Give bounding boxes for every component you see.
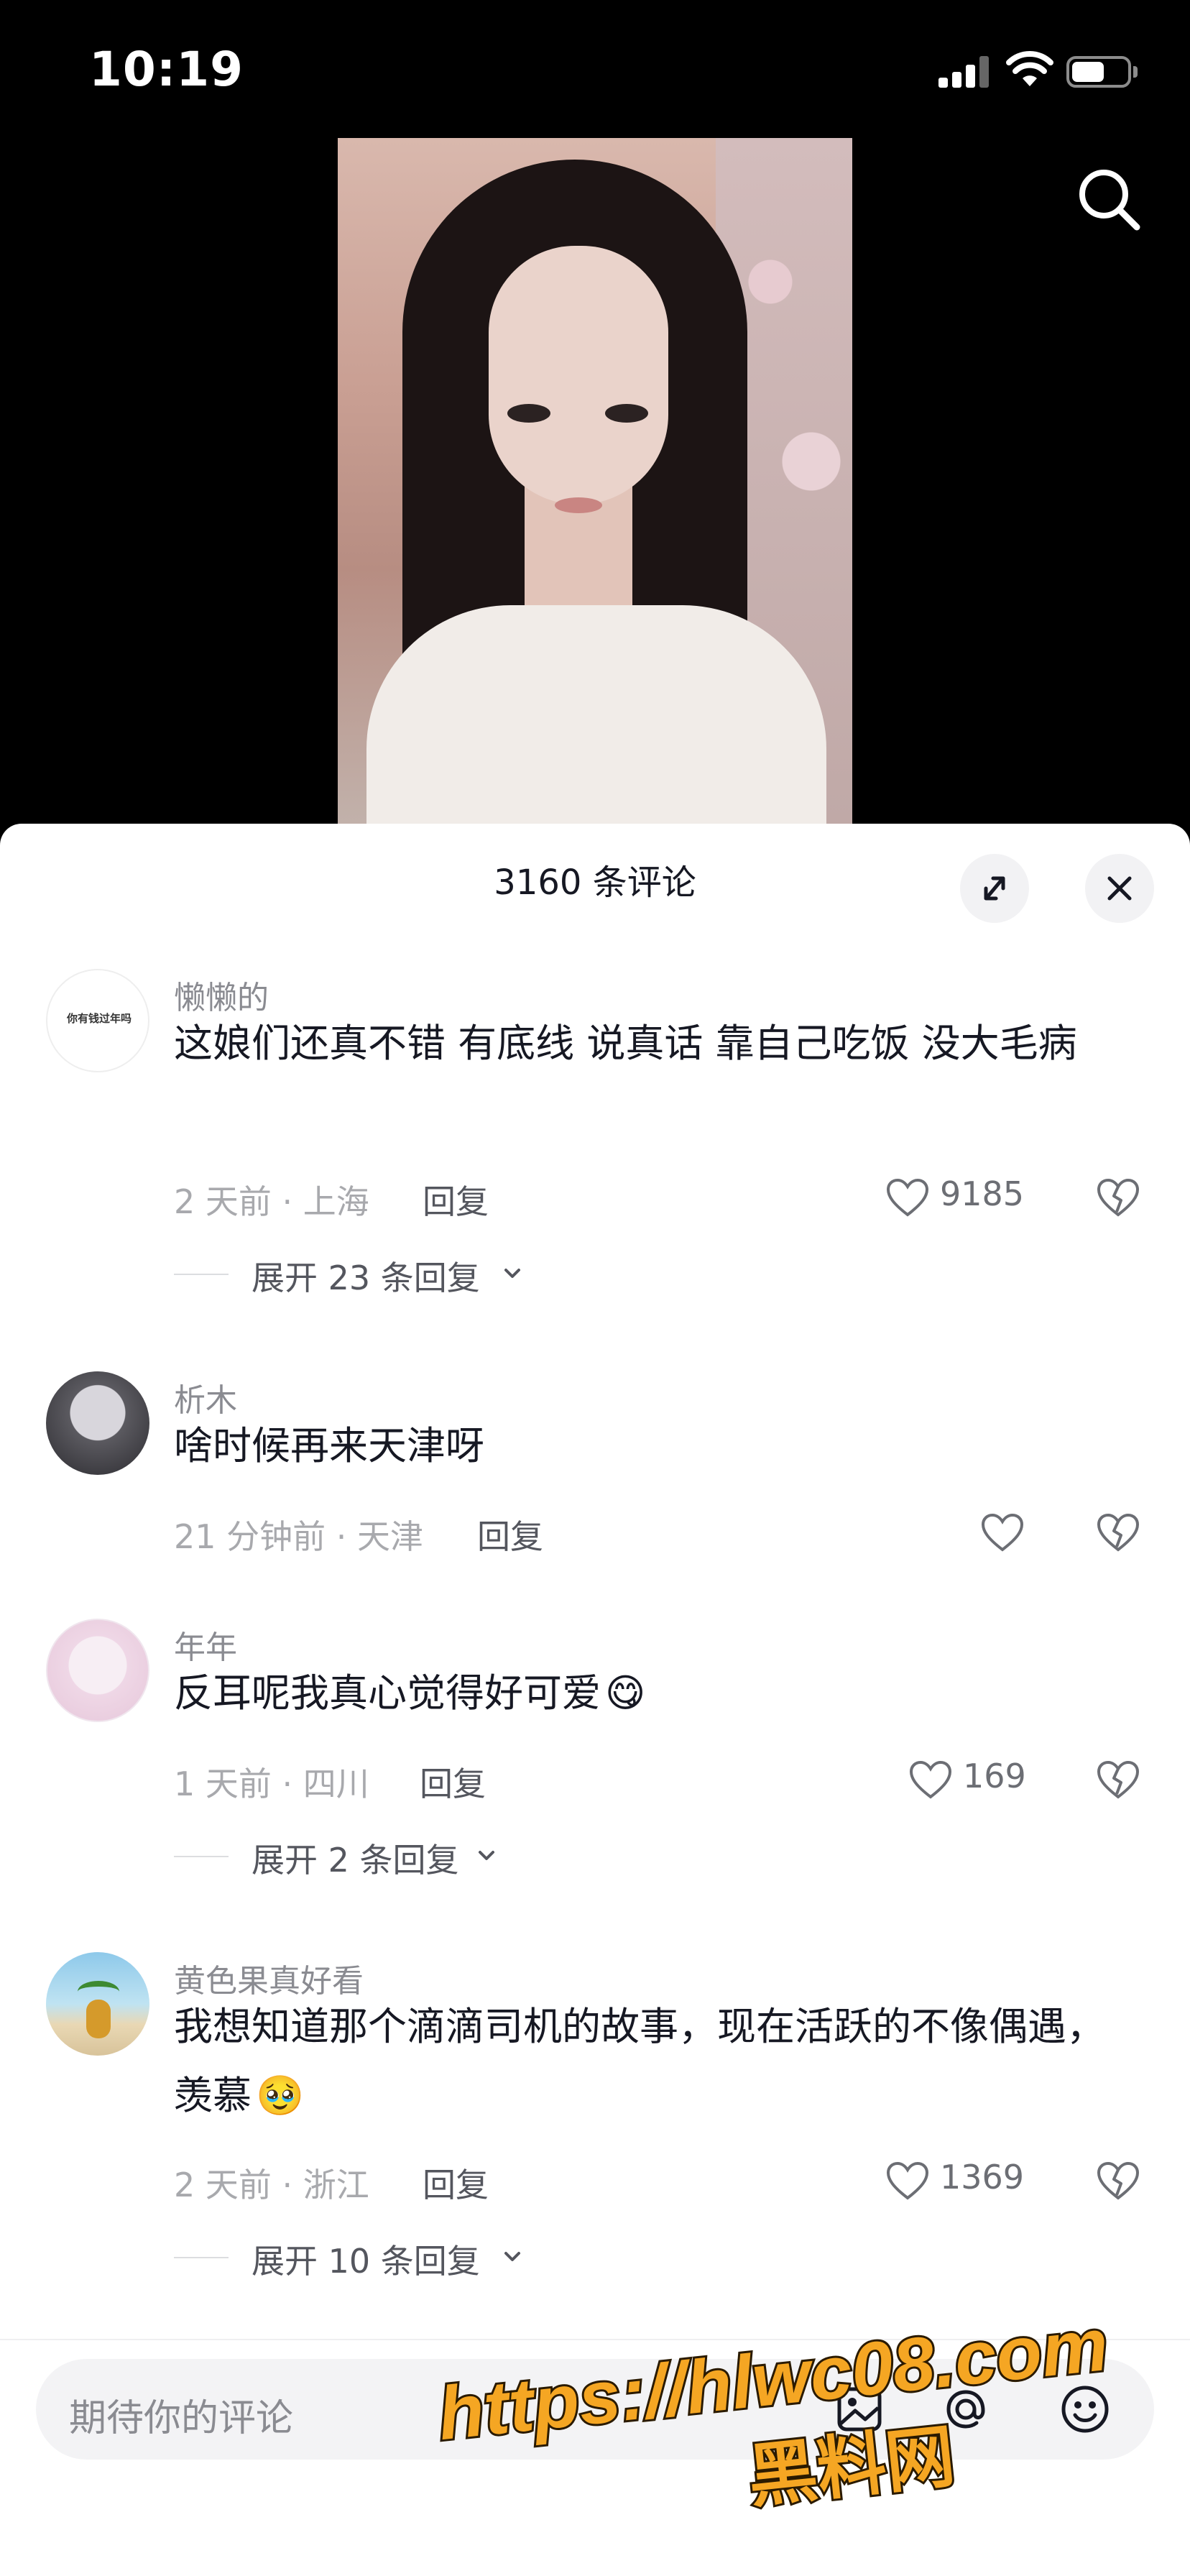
expand-replies-label: 展开 23 条回复 [252,1259,480,1297]
avatar[interactable] [46,1371,149,1475]
comment-input[interactable]: 期待你的评论 [36,2359,1154,2460]
wifi-icon [1006,51,1053,86]
chevron-down-icon [479,1851,494,1860]
comment-text: 啥时候再来天津呀 [174,1423,484,1468]
like-count: 169 [963,1757,1026,1795]
reply-button[interactable]: 回复 [420,1758,486,1806]
avatar[interactable] [46,1619,149,1722]
avatar[interactable]: 你有钱过年吗 [46,969,149,1072]
expand-icon [984,876,1005,901]
heart-icon [886,2161,929,2200]
expand-sheet-button[interactable] [960,854,1029,923]
comment-meta: 1 天前 · 四川 [174,1765,369,1803]
comment-text-body: 反耳呢我真心觉得好可爱 [174,1670,601,1716]
comment-meta: 2 天前 · 浙江 [174,2166,369,2204]
like-count: 9185 [940,1174,1025,1213]
close-sheet-button[interactable] [1085,854,1154,923]
chevron-down-icon [504,1269,520,1278]
reply-button[interactable]: 回复 [423,1176,489,1223]
emoji: 🥹 [256,2073,305,2118]
battery-icon [1066,56,1138,88]
like-count: 1369 [940,2158,1025,2196]
avatar[interactable] [46,1952,149,2056]
emoji-icon[interactable] [1055,2379,1115,2439]
heart-icon [909,1760,952,1799]
comment-item: 析木 啥时候再来天津呀 21 分钟前 · 天津 回复 [0,1371,1190,1587]
dislike-icon[interactable] [1095,1509,1141,1555]
image-icon[interactable] [829,2379,890,2439]
close-icon [1107,876,1132,901]
search-icon[interactable] [1074,164,1144,234]
chevron-down-icon [504,2252,520,2261]
cellular-signal-icon [938,56,989,88]
comment-item: 你有钱过年吗 懒懒的 这娘们还真不错 有底线 说真话 靠自己吃饭 没大毛病 2 … [0,969,1190,1314]
comment-text: 我想知道那个滴滴司机的故事，现在活跃的不像偶遇，羡慕 🥹 [174,1992,1137,2130]
comment-input-placeholder: 期待你的评论 [69,2397,294,2440]
like-button[interactable] [980,1509,1030,1555]
status-time: 10:19 [89,42,244,97]
emoji: 😋 [605,1670,646,1716]
video-player[interactable] [338,138,852,857]
dislike-icon[interactable] [1095,1757,1141,1803]
dislike-icon[interactable] [1095,2158,1141,2204]
dislike-icon[interactable] [1095,1174,1141,1220]
reply-button[interactable]: 回复 [423,2159,489,2207]
comment-text-body: 我想知道那个滴滴司机的故事，现在活跃的不像偶遇，羡慕 [174,2004,1105,2118]
comment-meta: 21 分钟前 · 天津 [174,1517,424,1556]
comment-item: 年年 反耳呢我真心觉得好可爱 😋 1 天前 · 四川 回复 169 展开 2 条回… [0,1619,1190,1892]
input-divider [0,2339,1190,2340]
status-bar: 10:19 [0,0,1190,137]
expand-replies-label: 展开 10 条回复 [252,2242,480,2281]
heart-icon [981,1513,1024,1552]
comment-text: 反耳呢我真心觉得好可爱 😋 [174,1659,1137,1728]
comment-meta: 2 天前 · 上海 [174,1182,369,1221]
reply-button[interactable]: 回复 [477,1511,543,1558]
heart-icon [886,1178,929,1217]
comment-item: 黄色果真好看 我想知道那个滴滴司机的故事，现在活跃的不像偶遇，羡慕 🥹 2 天前 … [0,1952,1190,2297]
expand-replies-label: 展开 2 条回复 [252,1841,459,1880]
mention-icon[interactable] [936,2379,996,2439]
comment-text: 这娘们还真不错 有底线 说真话 靠自己吃饭 没大毛病 [174,1021,1077,1066]
avatar-text: 你有钱过年吗 [66,1012,132,1025]
